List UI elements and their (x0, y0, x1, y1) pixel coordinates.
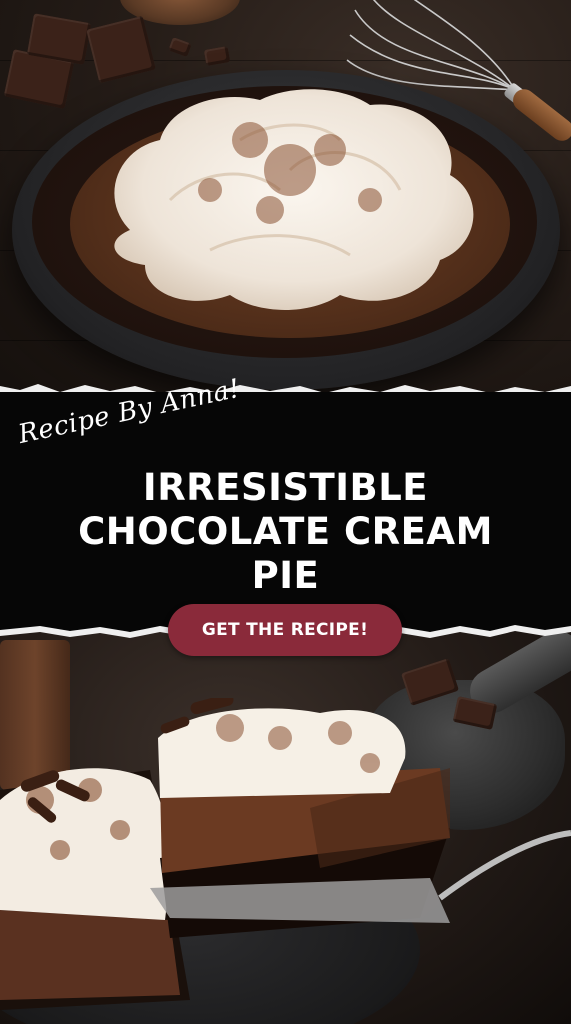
recipe-pin: Recipe By Anna! IRRESISTIBLE CHOCOLATE C… (0, 0, 571, 1024)
whisk-handle (508, 84, 571, 146)
title-line-2: CHOCOLATE CREAM (78, 510, 493, 553)
whipped-cream-topping (114, 89, 474, 311)
get-recipe-button[interactable]: GET THE RECIPE! (168, 604, 402, 656)
pie-server (150, 830, 571, 923)
title-line-1: IRRESISTIBLE (142, 466, 429, 509)
bottom-slice-photo (0, 630, 571, 1024)
recipe-title: IRRESISTIBLE CHOCOLATE CREAM PIE (0, 466, 571, 598)
chocolate-piece (168, 37, 192, 57)
chocolate-piece (203, 46, 231, 66)
top-pie-photo (0, 0, 571, 400)
title-line-3: PIE (251, 554, 320, 597)
chocolate-piece (86, 15, 156, 84)
